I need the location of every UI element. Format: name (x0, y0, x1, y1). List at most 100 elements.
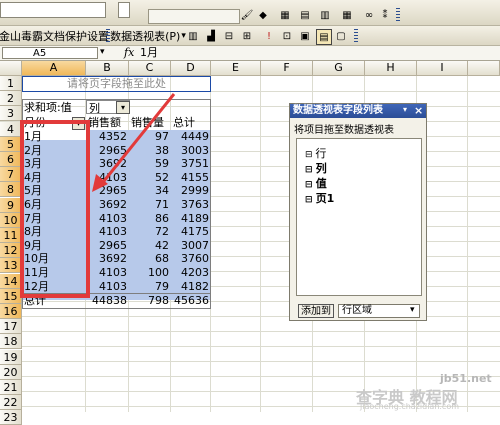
fx-icon[interactable]: fx (124, 46, 134, 59)
cell-qty[interactable]: 68 (129, 252, 171, 266)
zoom-box[interactable] (118, 2, 130, 18)
area-select[interactable]: 行区域 (338, 304, 420, 318)
column-header-h[interactable]: H (365, 61, 417, 76)
field-item[interactable]: ⊟ 页1 (305, 190, 334, 206)
field-list-icon[interactable]: ▤ (316, 29, 332, 45)
chevron-down-icon[interactable]: ▾ (410, 305, 415, 315)
toolbar-grip[interactable] (396, 8, 400, 22)
field-item[interactable]: ⊟ 值 (305, 175, 327, 191)
link-icon[interactable]: ∞ (362, 8, 376, 22)
hide-detail-icon[interactable]: ⊟ (222, 29, 236, 43)
row-header-1[interactable]: 1 (0, 76, 22, 91)
row-header-20[interactable]: 20 (0, 365, 22, 380)
include-hidden-icon[interactable]: ⊡ (280, 29, 294, 43)
row-header-18[interactable]: 18 (0, 334, 22, 349)
cell-total[interactable]: 3760 (171, 252, 211, 266)
row-header-2[interactable]: 2 (0, 91, 22, 106)
cell-total[interactable]: 4182 (171, 280, 211, 294)
refresh-icon[interactable]: ! (262, 29, 276, 43)
cell-sales[interactable]: 2965 (86, 239, 129, 253)
row-header-9[interactable]: 9 (0, 198, 22, 213)
column-header-g[interactable]: G (313, 61, 365, 76)
cell-sales[interactable]: 4103 (86, 225, 129, 239)
cell-qty[interactable]: 72 (129, 225, 171, 239)
row-header-4[interactable]: 4 (0, 122, 22, 137)
cell-qty[interactable]: 79 (129, 280, 171, 294)
field-label: 页1 (315, 192, 335, 205)
cell-qty[interactable]: 71 (129, 198, 171, 212)
row-header-23[interactable]: 23 (0, 410, 22, 425)
field-label: 行 (315, 147, 327, 160)
row-header-8[interactable]: 8 (0, 182, 22, 197)
column-header-d[interactable]: D (171, 61, 211, 76)
row-header-14[interactable]: 14 (0, 274, 22, 289)
row-header-15[interactable]: 15 (0, 289, 22, 304)
border-icon[interactable]: ▥ (318, 8, 332, 22)
chart-wizard-icon[interactable]: ▟ (204, 29, 218, 43)
format-icon[interactable]: ⁑ (378, 8, 392, 22)
paint-icon[interactable]: 🖌 (240, 8, 254, 22)
cell-total[interactable]: 4203 (171, 266, 211, 280)
select-all-corner[interactable] (0, 61, 22, 76)
wps-protect-button[interactable]: 金山毒霸文档保护设置 (0, 28, 109, 44)
table-icon[interactable]: ▦ (340, 8, 354, 22)
cell-total[interactable]: 3763 (171, 198, 211, 212)
add-to-button[interactable]: 添加到 (298, 304, 334, 318)
row-header-3[interactable]: 3 (0, 106, 22, 121)
cell-sales[interactable]: 3692 (86, 198, 129, 212)
pivot-table-menu[interactable]: 数据透视表(P) ▾ (110, 28, 186, 44)
toolbar-grip[interactable] (354, 29, 358, 43)
row-header-12[interactable]: 12 (0, 243, 22, 258)
row-header-16[interactable]: 16 (0, 304, 22, 319)
row-header-5[interactable]: 5 (0, 137, 22, 152)
pivot-menu-label: 数据透视表(P) (110, 30, 181, 43)
close-icon[interactable]: × (414, 104, 423, 117)
row-header-11[interactable]: 11 (0, 228, 22, 243)
field-settings-icon[interactable]: ▣ (298, 29, 312, 43)
column-header-c[interactable]: C (129, 61, 171, 76)
total-sales: 44838 (92, 294, 127, 307)
cell-sales[interactable]: 3692 (86, 252, 129, 266)
row-header-21[interactable]: 21 (0, 380, 22, 395)
row-header-7[interactable]: 7 (0, 167, 22, 182)
format-report-icon[interactable]: ▥ (186, 29, 200, 43)
column-header-i[interactable]: I (417, 61, 468, 76)
field-icon: ⊟ (305, 195, 316, 205)
row-header-10[interactable]: 10 (0, 213, 22, 228)
style-dropdown[interactable] (148, 9, 240, 24)
cell-total[interactable]: 4189 (171, 212, 211, 226)
row-header-13[interactable]: 13 (0, 258, 22, 273)
cell-qty[interactable]: 42 (129, 239, 171, 253)
column-header-j[interactable] (468, 61, 500, 76)
column-header-f[interactable]: F (261, 61, 313, 76)
column-header-a[interactable]: A (22, 61, 86, 76)
insert-table-icon[interactable]: ▦ (278, 8, 292, 22)
grid-icon[interactable]: ▤ (298, 8, 312, 22)
row-header-22[interactable]: 22 (0, 395, 22, 410)
cell-total[interactable]: 4175 (171, 225, 211, 239)
cell-qty[interactable]: 86 (129, 212, 171, 226)
field-item[interactable]: ⊟ 列 (305, 160, 327, 176)
color-icon[interactable]: ◆ (256, 8, 270, 22)
column-header-e[interactable]: E (211, 61, 261, 76)
cell-sales[interactable]: 4103 (86, 266, 129, 280)
chevron-down-icon[interactable]: ▾ (403, 105, 407, 114)
column-header-b[interactable]: B (86, 61, 129, 76)
row-header-17[interactable]: 17 (0, 319, 22, 334)
pivot-field-list-panel: 数据透视表字段列表 ▾ × 将项目拖至数据透视表 ⊟ 行 ⊟ 列 ⊟ 值 ⊟ 页1 添… (289, 103, 427, 321)
cell-total[interactable]: 3007 (171, 239, 211, 253)
field-item[interactable]: ⊟ 行 (305, 145, 326, 161)
show-detail-icon[interactable]: ⊞ (240, 29, 254, 43)
field-label: 值 (315, 177, 327, 190)
formula-input[interactable]: 1月 (140, 46, 490, 59)
row-header-19[interactable]: 19 (0, 350, 22, 365)
cell-sales[interactable]: 4103 (86, 212, 129, 226)
cell-sales[interactable]: 4103 (86, 280, 129, 294)
row-header-6[interactable]: 6 (0, 152, 22, 167)
chevron-down-icon[interactable]: ▾ (100, 47, 105, 57)
hide-field-list-icon[interactable]: ▢ (334, 29, 348, 43)
cell-qty[interactable]: 100 (129, 266, 171, 280)
font-size-box[interactable] (0, 2, 106, 18)
field-list[interactable]: ⊟ 行 ⊟ 列 ⊟ 值 ⊟ 页1 (296, 138, 422, 296)
name-box[interactable]: A5 (2, 47, 98, 59)
